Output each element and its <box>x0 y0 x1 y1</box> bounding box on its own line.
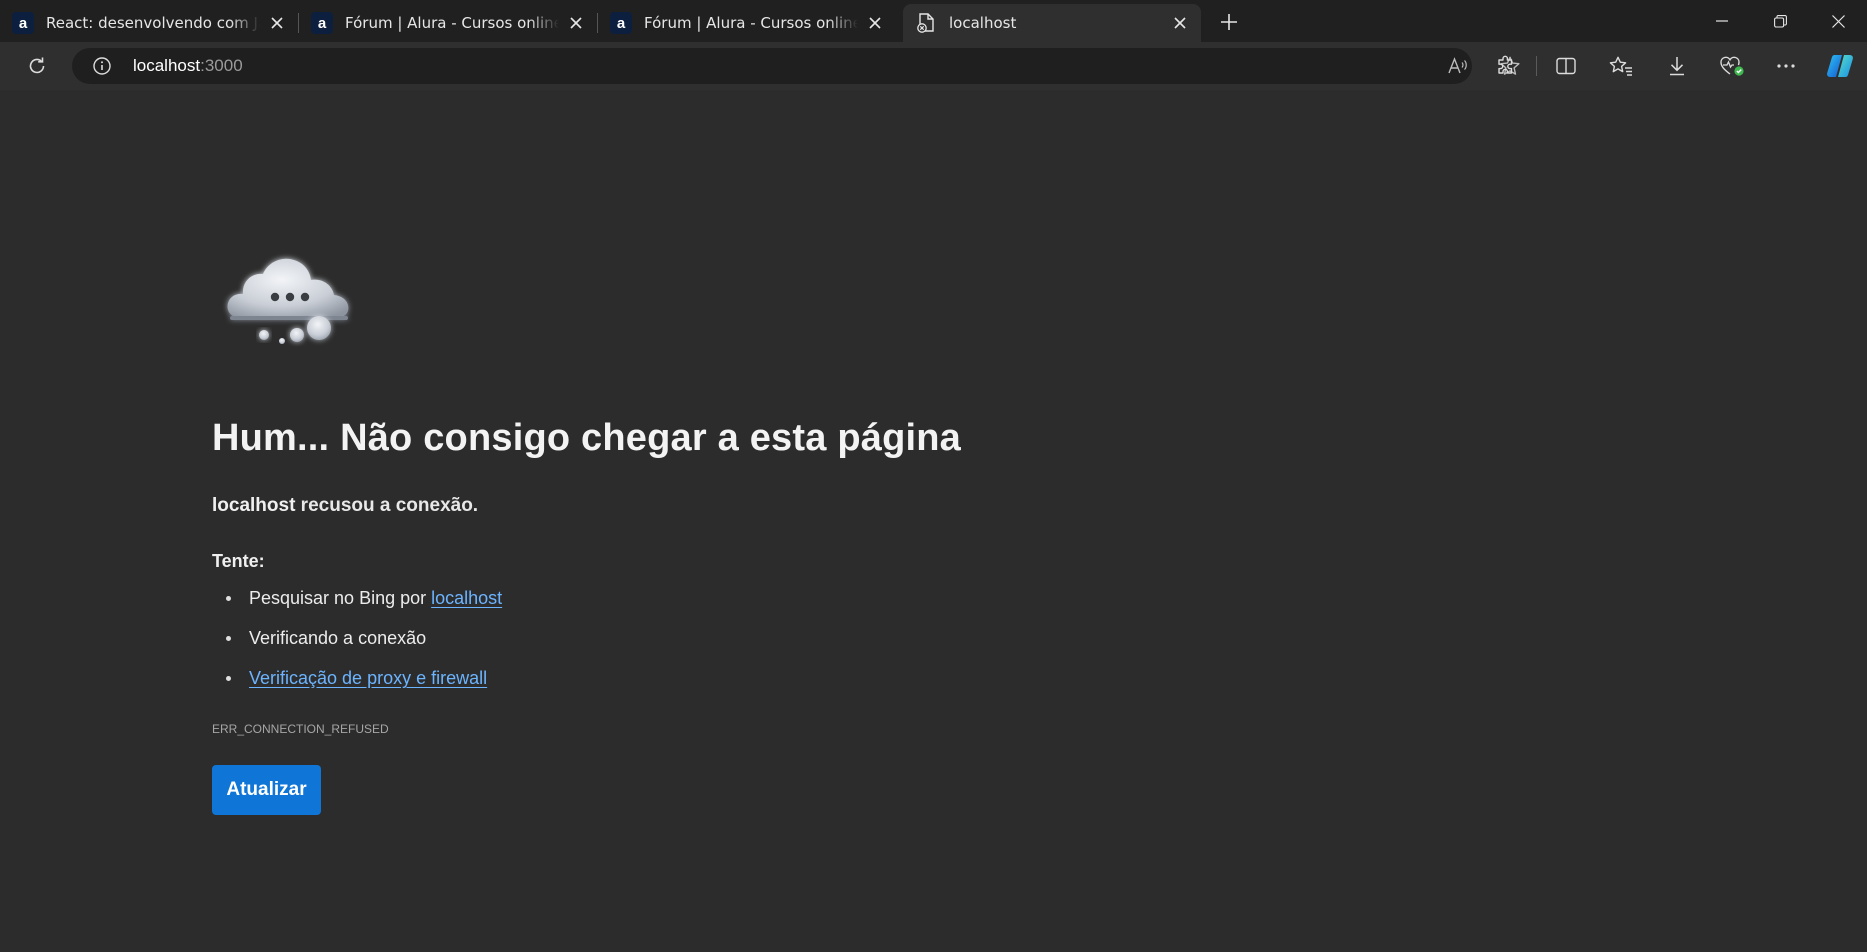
read-aloud-button[interactable] <box>1440 48 1476 84</box>
reload-icon <box>29 57 45 74</box>
error-host: localhost <box>212 495 296 516</box>
browser-toolbar: localhost:3000 <box>0 42 1867 90</box>
favorites-button[interactable] <box>1603 48 1639 84</box>
suggestion-text: Pesquisar no Bing por <box>249 588 432 608</box>
new-tab-button[interactable] <box>1214 7 1244 37</box>
toolbar-divider <box>1536 56 1537 76</box>
minimize-icon <box>1716 20 1728 22</box>
more-icon <box>1777 64 1795 68</box>
close-icon[interactable] <box>266 12 288 34</box>
error-message: localhost recusou a conexão. <box>212 495 478 517</box>
restore-button[interactable] <box>1752 0 1808 42</box>
error-detail: recusou a conexão. <box>295 495 479 516</box>
copilot-icon <box>1827 55 1853 77</box>
tab-title: React: desenvolvendo com JavaScript <box>46 14 260 32</box>
tab-react[interactable]: a React: desenvolvendo com JavaScript <box>0 4 299 42</box>
suggestion-check-connection: Verificando a conexão <box>212 626 502 666</box>
read-aloud-icon <box>1448 57 1467 74</box>
tab-title: Fórum | Alura - Cursos online de tecnolo… <box>345 14 559 32</box>
tab-strip: a React: desenvolvendo com JavaScript a … <box>0 0 1867 42</box>
extensions-button[interactable] <box>1488 48 1524 84</box>
bing-search-link[interactable]: localhost <box>431 588 502 608</box>
alura-icon: a <box>311 12 333 34</box>
restore-icon <box>1773 14 1787 28</box>
heart-pulse-icon <box>1720 56 1744 76</box>
alura-icon: a <box>610 12 632 34</box>
copilot-button[interactable] <box>1822 48 1858 84</box>
split-screen-button[interactable] <box>1548 48 1584 84</box>
close-icon <box>1831 14 1845 28</box>
tab-localhost[interactable]: localhost <box>903 4 1201 42</box>
suggestion-proxy-firewall: Verificação de proxy e firewall <box>212 666 502 706</box>
proxy-firewall-link[interactable]: Verificação de proxy e firewall <box>249 668 487 688</box>
suggestion-search-bing: Pesquisar no Bing por localhost <box>212 586 502 626</box>
alura-icon: a <box>12 12 34 34</box>
minimize-button[interactable] <box>1694 0 1750 42</box>
page-title: Hum... Não consigo chegar a esta página <box>212 417 961 459</box>
error-page: Hum... Não consigo chegar a esta página … <box>0 90 1867 952</box>
puzzle-icon <box>1498 55 1513 74</box>
suggestions-list: Pesquisar no Bing por localhost Verifica… <box>212 586 502 706</box>
url-text[interactable]: localhost:3000 <box>133 56 243 76</box>
error-page-icon <box>915 12 937 34</box>
reload-button[interactable] <box>19 48 55 84</box>
tab-forum-2[interactable]: a Fórum | Alura - Cursos online de tecno… <box>598 4 896 42</box>
close-icon[interactable] <box>864 12 886 34</box>
url-host: localhost <box>133 56 201 75</box>
url-port: :3000 <box>200 56 243 75</box>
tab-title: localhost <box>949 14 1017 32</box>
downloads-button[interactable] <box>1659 48 1695 84</box>
close-icon[interactable] <box>565 12 587 34</box>
settings-more-button[interactable] <box>1768 48 1804 84</box>
address-bar[interactable]: localhost:3000 <box>72 48 1520 84</box>
favorites-icon <box>1609 56 1632 76</box>
tab-title: Fórum | Alura - Cursos online de tecnolo… <box>644 14 858 32</box>
close-icon[interactable] <box>1169 12 1191 34</box>
tab-forum-1[interactable]: a Fórum | Alura - Cursos online de tecno… <box>299 4 598 42</box>
cloud-error-icon <box>227 258 349 344</box>
download-icon <box>1670 57 1684 76</box>
suggestion-text: Verificando a conexão <box>249 628 427 648</box>
close-window-button[interactable] <box>1810 0 1866 42</box>
info-icon[interactable] <box>92 56 112 76</box>
split-screen-icon <box>1556 57 1576 75</box>
browser-essentials-button[interactable] <box>1714 48 1750 84</box>
plus-icon <box>1221 14 1237 30</box>
error-code: ERR_CONNECTION_REFUSED <box>212 722 389 736</box>
try-label: Tente: <box>212 551 265 571</box>
refresh-button[interactable]: Atualizar <box>212 765 321 815</box>
